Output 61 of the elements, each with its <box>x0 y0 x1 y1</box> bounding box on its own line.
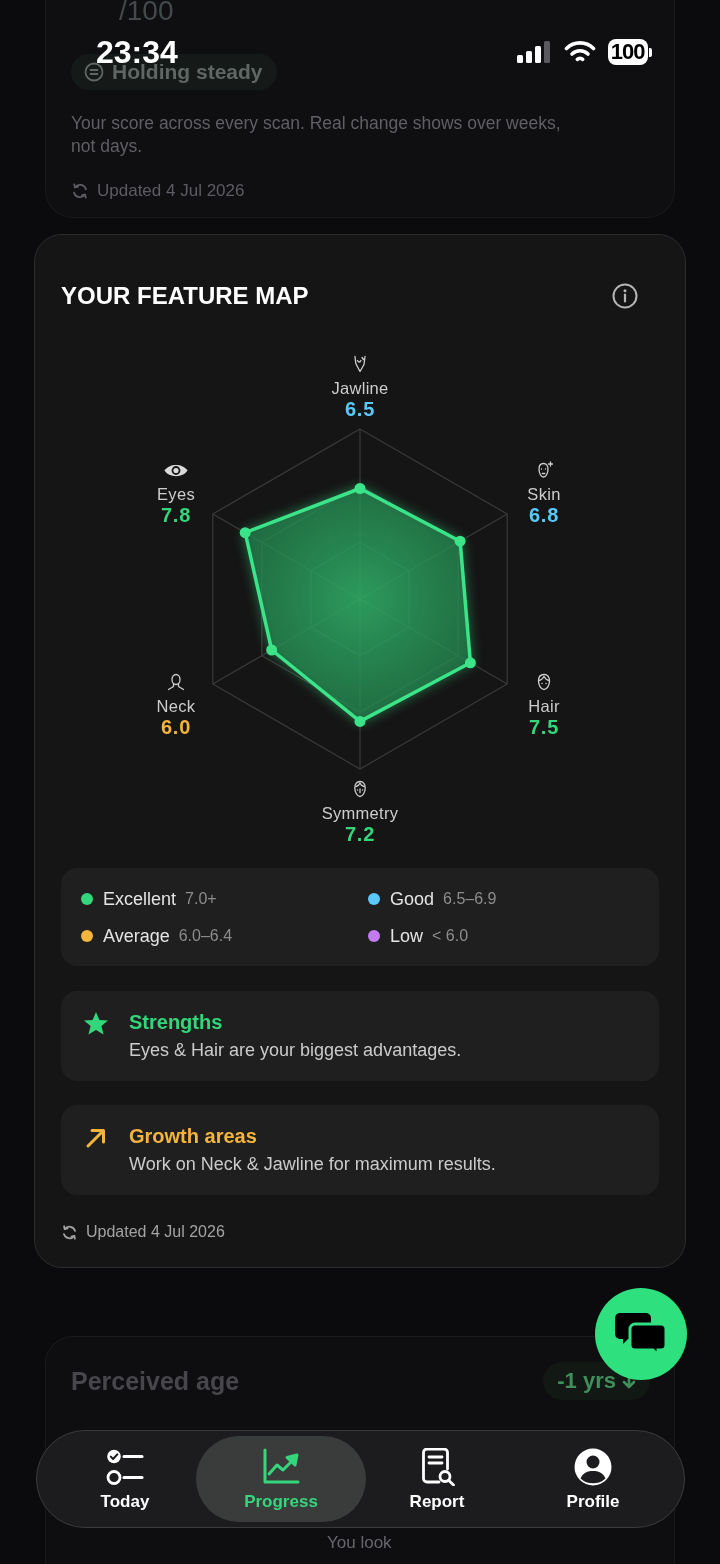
jaw-outline-icon <box>351 355 369 373</box>
info-icon[interactable] <box>612 283 638 309</box>
battery-indicator: 100 <box>607 39 652 65</box>
nav-tab[interactable]: Today <box>55 1436 195 1522</box>
legend-label: Excellent <box>103 888 177 910</box>
feature-score: 6.5 <box>344 398 376 421</box>
updated-label: Updated 4 Jul 2026 <box>97 181 245 201</box>
legend-range: 6.5–6.9 <box>443 889 497 909</box>
nav-tab[interactable]: Progress <box>196 1436 366 1522</box>
line-chart-icon[interactable] <box>262 1448 300 1486</box>
face-sparkle-icon <box>535 461 553 479</box>
profile-icon[interactable] <box>574 1448 612 1486</box>
checklist-icon[interactable] <box>106 1448 144 1486</box>
score-point <box>354 483 366 494</box>
eye-icon <box>164 462 188 478</box>
insight-text: Eyes & Hair are your biggest advantages. <box>129 1039 462 1062</box>
score-point <box>354 715 366 727</box>
hair-icon <box>535 673 553 691</box>
score-point <box>454 535 466 547</box>
feature-score: 7.5 <box>528 716 560 739</box>
star-icon <box>83 1011 109 1037</box>
feature-label: Jawline <box>331 378 389 398</box>
trend-label: Holding steady <box>112 62 263 82</box>
equals-circle-icon <box>84 62 104 82</box>
neck-icon <box>167 673 185 691</box>
feature-label: Skin <box>527 484 561 504</box>
feature-label: Neck <box>156 696 196 716</box>
feature-label: Symmetry <box>321 803 399 823</box>
score-point <box>239 527 251 539</box>
feature-label: Hair <box>528 696 560 716</box>
feature-label: Eyes <box>157 484 195 504</box>
legend-range: 6.0–6.4 <box>178 926 233 946</box>
refresh-icon <box>71 182 89 200</box>
clock-time: 23:34 <box>96 40 178 64</box>
score-point <box>266 644 278 656</box>
card-title: YOUR FEATURE MAP <box>61 282 309 310</box>
nav-tab[interactable]: Profile <box>523 1436 663 1522</box>
legend-label: Low <box>390 925 424 947</box>
section-title: Perceived age <box>71 1366 240 1396</box>
updated-label: Updated 4 Jul 2026 <box>86 1222 225 1242</box>
insight-title: Growth areas <box>129 1124 258 1148</box>
insight-text: Work on Neck & Jawline for maximum results. <box>129 1153 496 1176</box>
legend-range: 7.0+ <box>185 889 217 909</box>
feature-score: 6.8 <box>528 504 560 527</box>
score-description: Your score across every scan. Real change shows over weeks, not days. <box>71 112 562 158</box>
insight-title: Strengths <box>129 1010 224 1034</box>
legend-label: Average <box>103 925 170 947</box>
feature-score: 6.0 <box>160 716 192 739</box>
age-caption: You look <box>327 1534 392 1552</box>
age-change-label: -1 yrs <box>557 1368 616 1394</box>
feature-score: 7.8 <box>160 504 192 527</box>
wifi-icon <box>563 40 596 64</box>
signal-icon <box>516 41 552 63</box>
refresh-icon <box>61 1223 78 1241</box>
score-point <box>464 657 476 669</box>
score-max: /100 <box>119 0 174 24</box>
legend-range: < 6.0 <box>432 926 469 946</box>
head-icon <box>351 780 369 798</box>
feature-score: 7.2 <box>344 823 376 846</box>
legend-label: Good <box>390 888 435 910</box>
nav-tab[interactable]: Report <box>367 1436 507 1522</box>
